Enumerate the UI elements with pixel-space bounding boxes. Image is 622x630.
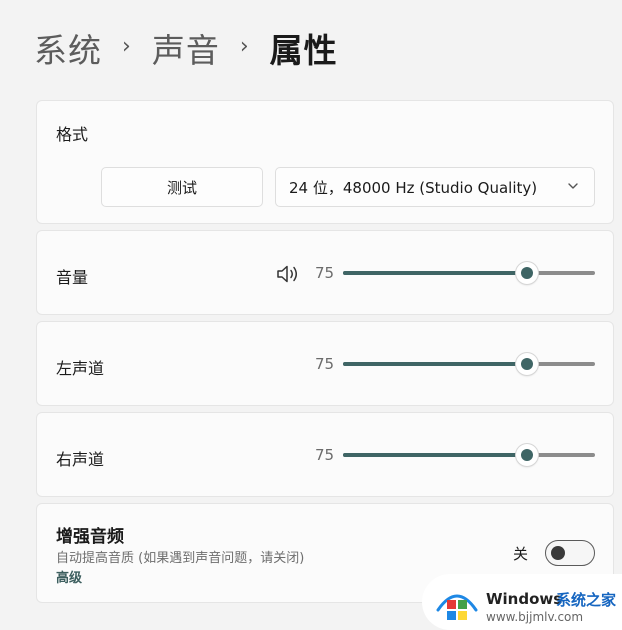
right-channel-value: 75 — [315, 446, 335, 464]
toggle-knob — [551, 546, 565, 560]
site-watermark: Windows 系统之家 www.bjjmlv.com — [422, 574, 622, 630]
breadcrumb: 系统 › 声音 › 属性 — [34, 22, 338, 74]
format-label: 格式 — [56, 125, 89, 144]
breadcrumb-separator-icon: › — [239, 33, 250, 59]
watermark-site-name: 系统之家 — [556, 591, 617, 609]
left-channel-label: 左声道 — [56, 359, 105, 378]
watermark-brand: Windows — [486, 590, 563, 608]
left-channel-value: 75 — [315, 355, 335, 373]
left-channel-card: 左声道 75 — [36, 321, 614, 406]
right-channel-card: 右声道 75 — [36, 412, 614, 497]
breadcrumb-sound[interactable]: 声音 — [152, 24, 220, 72]
right-channel-slider[interactable] — [343, 444, 595, 466]
format-select-value: 24 位，48000 Hz (Studio Quality) — [289, 178, 538, 197]
slider-thumb[interactable] — [515, 444, 538, 466]
chevron-down-icon — [568, 183, 578, 189]
right-channel-label: 右声道 — [56, 450, 105, 469]
format-select[interactable]: 24 位，48000 Hz (Studio Quality) — [275, 167, 595, 207]
speaker-icon[interactable] — [275, 262, 301, 286]
slider-thumb[interactable] — [515, 262, 538, 284]
breadcrumb-separator-icon: › — [122, 33, 132, 59]
volume-value: 75 — [315, 264, 335, 282]
watermark-url: www.bjjmlv.com — [486, 610, 584, 624]
format-card: 格式 测试 24 位，48000 Hz (Studio Quality) — [36, 100, 614, 224]
page-title: 属性 — [269, 31, 338, 70]
test-button[interactable]: 测试 — [101, 167, 263, 207]
volume-label: 音量 — [56, 268, 89, 287]
volume-card: 音量 75 — [36, 230, 614, 315]
slider-fill — [343, 362, 527, 366]
enhance-toggle-state: 关 — [513, 545, 529, 563]
enhance-audio-toggle[interactable] — [545, 540, 595, 566]
slider-fill — [343, 453, 527, 457]
breadcrumb-system[interactable]: 系统 — [34, 24, 102, 72]
volume-slider[interactable] — [343, 262, 595, 284]
enhance-audio-title: 增强音频 — [56, 527, 124, 547]
enhance-audio-description: 自动提高音质 (如果遇到声音问题，请关闭) — [56, 551, 305, 566]
slider-thumb[interactable] — [515, 353, 538, 375]
advanced-link[interactable]: 高级 — [56, 567, 82, 586]
slider-fill — [343, 271, 527, 275]
windows-logo-icon — [436, 594, 478, 620]
left-channel-slider[interactable] — [343, 353, 595, 375]
